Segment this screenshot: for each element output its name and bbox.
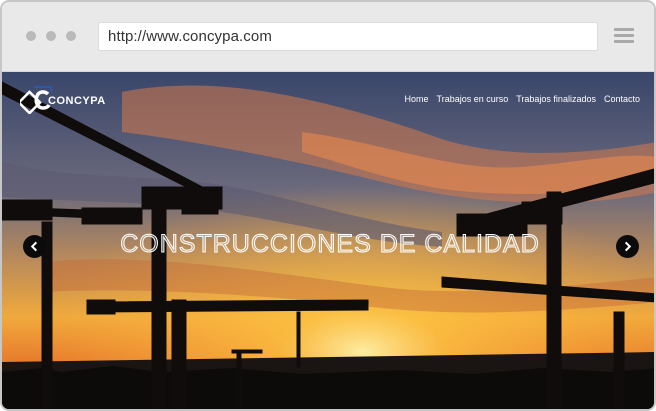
address-bar[interactable]: http://www.concypa.com	[98, 22, 598, 51]
chevron-left-icon	[30, 241, 38, 252]
window-dot[interactable]	[26, 31, 36, 41]
nav-trabajos-finalizados[interactable]: Trabajos finalizados	[516, 94, 596, 104]
site-logo[interactable]: CONCYPA	[20, 84, 106, 114]
chevron-right-icon	[624, 241, 632, 252]
site-header: CONCYPA Home Trabajos en curso Trabajos …	[2, 72, 654, 124]
slider-next-button[interactable]	[616, 235, 639, 258]
nav-trabajos-en-curso[interactable]: Trabajos en curso	[437, 94, 509, 104]
url-text: http://www.concypa.com	[108, 28, 272, 45]
browser-toolbar: http://www.concypa.com	[2, 2, 654, 72]
site-nav: Home Trabajos en curso Trabajos finaliza…	[405, 94, 640, 104]
hero-title: CONSTRUCCIONES DE CALIDAD	[120, 230, 540, 259]
slider-prev-button[interactable]	[23, 235, 46, 258]
window-dots	[26, 31, 76, 41]
browser-window: http://www.concypa.com CONCYPA Home Trab…	[0, 0, 656, 411]
nav-home[interactable]: Home	[405, 94, 429, 104]
logo-text: CONCYPA	[48, 95, 106, 107]
page-viewport: CONCYPA Home Trabajos en curso Trabajos …	[2, 72, 654, 409]
window-dot[interactable]	[46, 31, 56, 41]
nav-contacto[interactable]: Contacto	[604, 94, 640, 104]
hamburger-menu-icon[interactable]	[614, 28, 634, 44]
window-dot[interactable]	[66, 31, 76, 41]
